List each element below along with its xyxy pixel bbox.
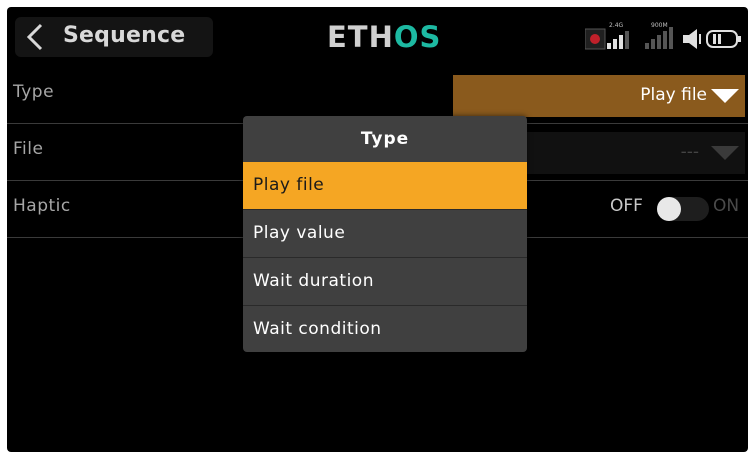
type-dropdown[interactable]: Play file xyxy=(453,75,745,117)
type-label: Type xyxy=(13,82,55,102)
type-select-popup: Type Play file Play value Wait duration … xyxy=(243,116,527,352)
chevron-down-icon xyxy=(711,146,739,160)
back-button[interactable]: Sequence xyxy=(15,17,213,57)
logo-main-text: ETH xyxy=(327,20,394,54)
haptic-toggle[interactable] xyxy=(657,197,709,221)
haptic-label: Haptic xyxy=(13,196,71,216)
ethos-logo: ETHOS xyxy=(327,21,441,53)
option-wait-condition[interactable]: Wait condition xyxy=(243,305,527,352)
status-bar: 2.4G 900M xyxy=(584,19,745,55)
file-label: File xyxy=(13,139,44,159)
page-title: Sequence xyxy=(63,23,186,48)
signal-bars-icon: 2.4G 900M xyxy=(607,22,673,49)
option-play-file[interactable]: Play file xyxy=(243,162,527,209)
option-play-value[interactable]: Play value xyxy=(243,209,527,256)
battery-icon xyxy=(706,30,741,48)
signal-900-label: 900M xyxy=(651,22,668,29)
toggle-knob xyxy=(657,197,681,221)
file-dropdown-value: --- xyxy=(680,142,699,162)
haptic-off-label: OFF xyxy=(610,196,643,216)
top-bar: Sequence ETHOS 2.4G 900M xyxy=(7,7,748,67)
option-wait-duration[interactable]: Wait duration xyxy=(243,257,527,304)
speaker-icon xyxy=(683,29,701,49)
popup-title: Type xyxy=(360,129,410,149)
logo-accent-text: OS xyxy=(393,20,442,54)
haptic-on-label: ON xyxy=(713,196,740,216)
chevron-down-icon xyxy=(711,89,739,103)
type-dropdown-value: Play file xyxy=(640,85,707,105)
record-dot-icon xyxy=(584,28,606,50)
chevron-left-icon xyxy=(21,19,51,55)
signal-24-label: 2.4G xyxy=(609,22,624,29)
screen: Sequence ETHOS 2.4G 900M Type Play file … xyxy=(7,7,748,452)
